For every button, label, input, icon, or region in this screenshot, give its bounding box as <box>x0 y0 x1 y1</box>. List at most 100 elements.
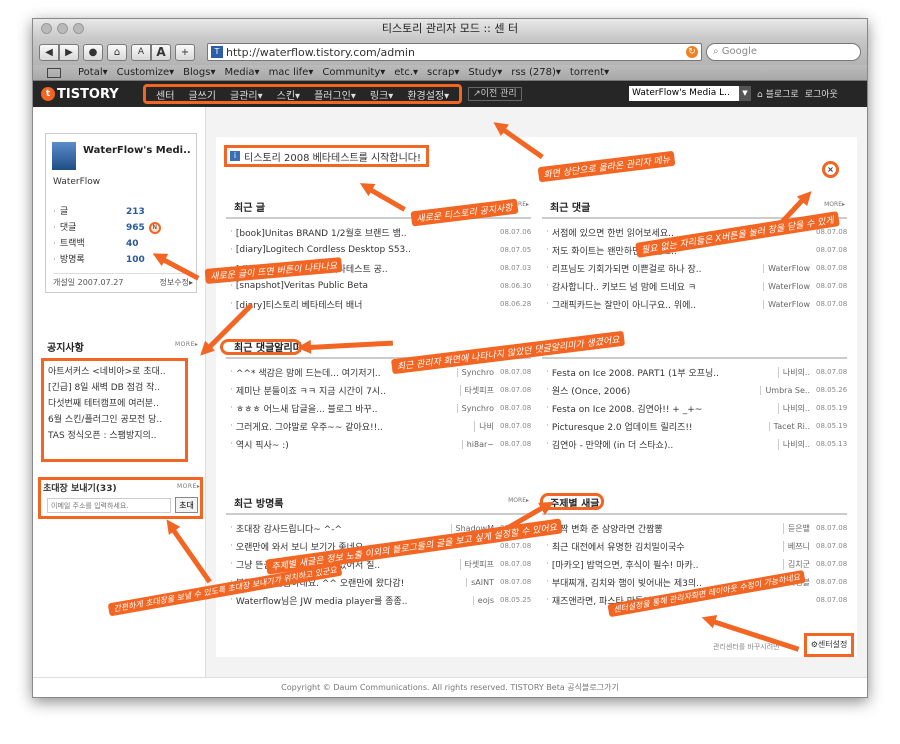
avatar[interactable] <box>52 142 76 170</box>
invite-title: 초대장 보내기(33) <box>43 484 117 494</box>
menu-settings[interactable]: 환경설정▾ <box>400 87 456 102</box>
list-item[interactable]: · 최근 대전에서 유명한 김치밀이국수 베쯔니 08.07.08 <box>546 537 847 555</box>
item-title: [book]Unitas BRAND 1/2월호 브랜드 뱀.. <box>235 228 407 239</box>
beta-notice-text: 티스토리 2008 베타테스트를 시작합니다! <box>244 152 421 164</box>
close-icon[interactable]: × <box>822 161 839 178</box>
menu-skin[interactable]: 스킨▾ <box>270 87 307 102</box>
list-item[interactable]: · 제미난 분들이죠 ㅋㅋ 지금 시간이 7시.. 타셋피프 08.07.08 <box>230 381 531 399</box>
list-item[interactable]: · 원스 (Once, 2006) Umbra Se.. 08.05.26 <box>546 381 847 399</box>
address-bar[interactable]: T http://waterflow.tistory.com/admin ↻ <box>207 43 702 61</box>
menu-center[interactable]: 센터 <box>149 87 181 102</box>
bookmark-item[interactable]: Study▾ <box>468 67 502 78</box>
item-date: 08.07.08 <box>816 300 848 308</box>
item-title: 역시 픽사~ :) <box>235 440 289 451</box>
font-larger-button[interactable]: A <box>151 43 171 61</box>
font-smaller-button[interactable]: A <box>131 43 151 61</box>
bookmark-item[interactable]: rss (278)▾ <box>511 67 561 78</box>
stat-trackbacks[interactable]: 트랙백40 <box>53 236 193 252</box>
list-item[interactable]: · 역시 픽사~ :) hi8ar~ 08.07.08 <box>230 435 531 453</box>
invite-more-link[interactable]: MORE▸ <box>177 483 200 490</box>
to-blog-link[interactable]: ⌂ 블로그로 <box>757 87 799 100</box>
stat-comments[interactable]: 댓글965N <box>53 220 193 236</box>
notice-more-link[interactable]: MORE▸ <box>175 341 198 348</box>
new-badge-icon[interactable]: N <box>148 222 161 234</box>
search-input[interactable]: ⌕ Google <box>706 43 861 61</box>
list-item[interactable]: · Festa on Ice 2008. PART1 (1부 오프닝.. 나비의..… <box>546 363 847 381</box>
item-title: 원스 (Once, 2006) <box>551 386 631 397</box>
item-title: 초대장 감사드립니다~ ^-^ <box>235 524 342 535</box>
stop-button[interactable]: ● <box>83 43 103 61</box>
stat-posts[interactable]: 글213 <box>53 204 193 220</box>
forward-button[interactable]: ▶ <box>59 43 79 61</box>
blog-select[interactable]: WaterFlow's Media L.. ▼ <box>629 86 751 101</box>
menu-posts[interactable]: 글관리▾ <box>223 87 270 102</box>
list-item[interactable]: 아트서커스 <네비아>로 초대.. <box>48 364 181 380</box>
bullet: · <box>230 523 233 533</box>
back-button[interactable]: ◀ <box>39 43 59 61</box>
list-item[interactable]: 다섯번째 테터캠프에 여러분.. <box>48 396 181 412</box>
item-date: 08.07.03 <box>500 264 532 272</box>
list-item[interactable]: · ^^* 색감은 맘에 드는데... 여기저기.. Synchro 08.07.08 <box>230 363 531 381</box>
bookmark-item[interactable]: etc.▾ <box>394 67 418 78</box>
bookmark-item[interactable]: Blogs▾ <box>183 67 215 78</box>
prev-manage-button[interactable]: ↗이전 관리 <box>468 87 522 101</box>
bookmark-item[interactable]: scrap▾ <box>427 67 459 78</box>
list-item[interactable]: · Picturesque 2.0 업데이트 릴리즈!! Tacet Ri.. 08.… <box>546 417 847 435</box>
item-date: 08.07.08 <box>816 560 848 568</box>
list-item[interactable]: · 그러게요. 그야말로 우주~~ 같아요!!.. 나비 08.07.08 <box>230 417 531 435</box>
bullet: · <box>546 541 549 551</box>
logout-link[interactable]: 로그아웃 <box>805 87 838 100</box>
list-item[interactable]: TAS 정식오픈 : 스팸방지의.. <box>48 428 181 444</box>
invite-email-input[interactable] <box>47 498 171 513</box>
item-title: 최근 대전에서 유명한 김치밀이국수 <box>551 542 685 553</box>
bookmark-item[interactable]: Customize▾ <box>117 67 175 78</box>
edit-info-link[interactable]: 정보수정▸ <box>160 277 193 288</box>
list-item[interactable]: · 리프님도 기회가되면 이쁜걸로 하나 장.. WaterFlow 08.07.08 <box>546 259 847 277</box>
list-item[interactable]: · [book]Unitas BRAND 1/2월호 브랜드 뱀.. 08.07.0… <box>230 223 531 241</box>
list-item[interactable]: · Festa on Ice 2008. 김연아!! + _+~ 나비의.. 08.0… <box>546 399 847 417</box>
item-date: 08.07.08 <box>816 228 848 236</box>
more-link[interactable]: MORE▸ <box>508 497 529 504</box>
list-item[interactable]: · 그래픽카드는 잘만이 아니구요.. 위에.. WaterFlow 08.07.08 <box>546 295 848 313</box>
list-item[interactable]: · 김연아 - 만약에 (in 더 스타쇼).. 나비의.. 08.05.13 <box>546 435 847 453</box>
item-title: [마카오] 밥먹으면, 후식이 필수! 마카.. <box>551 560 699 571</box>
list-item[interactable]: ·살짝 변화 준 삼양라면 간짬뽕듣은뱉08.07.08 <box>546 519 847 537</box>
beta-notice[interactable]: i 티스토리 2008 베타테스트를 시작합니다! <box>224 145 429 167</box>
window-controls[interactable] <box>41 23 84 34</box>
list-item[interactable]: · [snapshot]Veritas Public Beta 08.06.30 <box>230 277 532 295</box>
notice-title: 공지사항 <box>47 343 84 354</box>
bookmark-item[interactable]: Media▾ <box>225 67 260 78</box>
bookmarks-book-icon[interactable] <box>47 67 61 78</box>
add-bookmark-button[interactable]: + <box>175 43 195 61</box>
list-item[interactable]: 6월 스킨/플러그인 공모전 당.. <box>48 412 181 428</box>
reload-icon[interactable]: ↻ <box>686 46 698 58</box>
item-title: 리프님도 기회가되면 이쁜걸로 하나 장.. <box>551 264 702 275</box>
home-button[interactable]: ⌂ <box>107 43 127 61</box>
menu-write[interactable]: 글쓰기 <box>181 87 223 102</box>
item-date: 08.07.08 <box>816 596 848 604</box>
bookmark-item[interactable]: mac life▾ <box>269 67 314 78</box>
item-author: Synchro <box>456 403 494 413</box>
menu-link[interactable]: 링크▾ <box>363 87 400 102</box>
tistory-logo[interactable]: t TISTORY <box>41 87 139 102</box>
list-item[interactable]: · Waterflow님은 JW media player를 종종.. eojs 08… <box>230 591 531 609</box>
list-item[interactable]: · ㅎㅎㅎ 어느새 답글을... 블로그 바꾸.. Synchro 08.07.08 <box>230 399 531 417</box>
item-date: 08.06.30 <box>500 282 532 290</box>
item-title: ㅎㅎㅎ 어느새 답글을... 블로그 바꾸.. <box>235 404 378 415</box>
bullet: · <box>546 385 549 395</box>
bookmark-item[interactable]: Potal▾ <box>78 67 108 78</box>
highlight-comment-alerts <box>220 339 302 355</box>
list-item[interactable]: · [diary]Logitech Cordless Desktop S53.. 0… <box>230 241 531 259</box>
invite-button[interactable]: 초대 <box>175 497 198 513</box>
center-settings-button[interactable]: ⚙센터설정 <box>804 633 854 657</box>
more-link[interactable]: MORE▸ <box>824 201 845 208</box>
item-date: 08.07.08 <box>500 560 532 568</box>
list-item[interactable]: [긴급] 8일 새벽 DB 점검 작.. <box>48 380 181 396</box>
blog-name[interactable]: WaterFlow's Medi.. <box>83 145 193 157</box>
bookmark-item[interactable]: Community▾ <box>322 67 385 78</box>
list-item[interactable]: · 감사합니다.. 키보드 넘 맘에 드네요 ㅋ WaterFlow 08.07.08 <box>546 277 847 295</box>
menu-plugin[interactable]: 플러그인▾ <box>307 87 363 102</box>
profile-footer: 개설일 2007.07.27 정보수정▸ <box>53 273 193 288</box>
bookmark-item[interactable]: torrent▾ <box>570 67 609 78</box>
list-item[interactable]: · [diary]티스토리 베타테스터 배너 08.06.28 <box>230 295 531 313</box>
